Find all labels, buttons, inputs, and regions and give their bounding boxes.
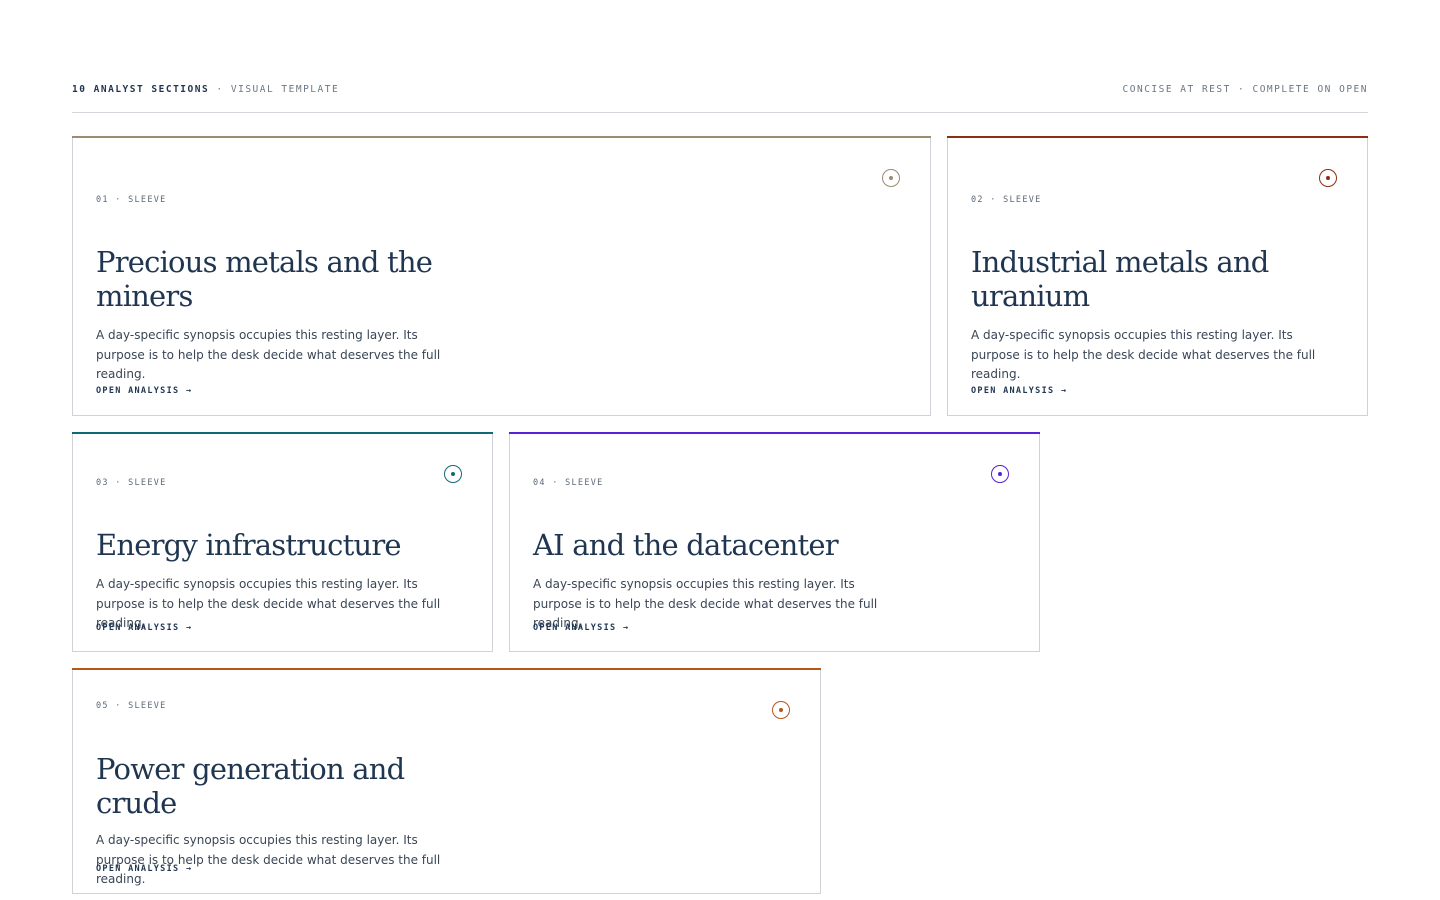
status-dot-icon [991, 465, 1009, 483]
card-accent-bar [509, 432, 1040, 434]
card-eyebrow: 03 · SLEEVE [96, 478, 167, 488]
card-synopsis: A day-specific synopsis occupies this re… [971, 328, 1316, 381]
analyst-card-energy-infrastructure[interactable]: 03 · SLEEVE Energy infrastructure A day-… [72, 432, 493, 652]
card-eyebrow: 02 · SLEEVE [971, 195, 1042, 205]
section-count: 10 ANALYST SECTIONS [72, 84, 210, 95]
analyst-card-ai-datacenter[interactable]: 04 · SLEEVE AI and the datacenter A day-… [509, 432, 1040, 652]
status-dot-icon [444, 465, 462, 483]
open-analysis-link[interactable]: OPEN ANALYSIS → [96, 386, 192, 396]
card-synopsis: A day-specific synopsis occupies this re… [96, 328, 441, 381]
section-header-left: 10 ANALYST SECTIONS · VISUAL TEMPLATE [72, 84, 339, 95]
analyst-card-precious-metals[interactable]: 01 · SLEEVE Precious metals and the mine… [72, 136, 931, 416]
card-eyebrow: 05 · SLEEVE [96, 701, 167, 711]
card-eyebrow: 04 · SLEEVE [533, 478, 604, 488]
open-analysis-link[interactable]: OPEN ANALYSIS → [971, 386, 1067, 396]
card-title: Power generation and crude [96, 752, 405, 820]
analyst-card-industrial-metals[interactable]: 02 · SLEEVE Industrial metals and uraniu… [947, 136, 1368, 416]
status-dot-icon [882, 169, 900, 187]
section-header: 10 ANALYST SECTIONS · VISUAL TEMPLATE CO… [72, 82, 1368, 113]
open-analysis-link[interactable]: OPEN ANALYSIS → [96, 864, 192, 874]
open-analysis-link[interactable]: OPEN ANALYSIS → [96, 623, 192, 633]
card-accent-bar [947, 136, 1368, 138]
status-dot-icon [1319, 169, 1337, 187]
card-title: Energy infrastructure [96, 528, 402, 562]
card-title: Precious metals and the miners [96, 245, 433, 313]
section-subtitle: VISUAL TEMPLATE [230, 84, 340, 95]
card-eyebrow: 01 · SLEEVE [96, 195, 167, 205]
header-separator: · [216, 84, 224, 95]
status-dot-icon [772, 701, 790, 719]
card-accent-bar [72, 668, 821, 670]
card-synopsis: A day-specific synopsis occupies this re… [96, 833, 441, 886]
card-accent-bar [72, 136, 931, 138]
open-analysis-link[interactable]: OPEN ANALYSIS → [533, 623, 629, 633]
section-tagline: CONCISE AT REST · COMPLETE ON OPEN [1122, 84, 1368, 95]
card-accent-bar [72, 432, 493, 434]
analyst-card-power-generation[interactable]: 05 · SLEEVE Power generation and crude A… [72, 668, 821, 894]
card-title: Industrial metals and uranium [971, 245, 1269, 313]
card-title: AI and the datacenter [533, 528, 839, 562]
